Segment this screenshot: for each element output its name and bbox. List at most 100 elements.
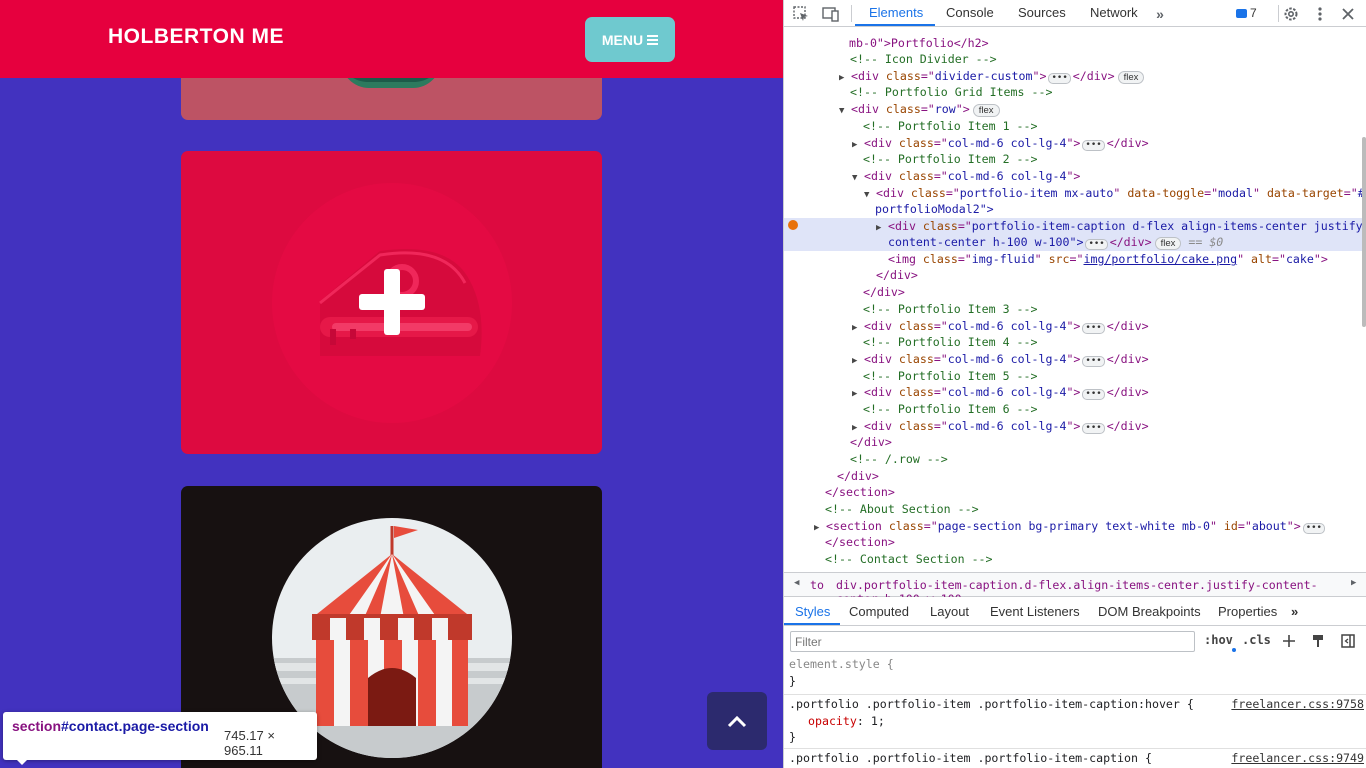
active-subtab-indicator — [784, 623, 840, 625]
tooltip-selector: section#contact.page-section — [12, 718, 209, 734]
dom-line[interactable]: ▼ <div class="portfolio-item mx-auto" dat… — [864, 185, 1366, 202]
issues-count: 7 — [1250, 6, 1257, 20]
portfolio-item-2[interactable] — [181, 151, 602, 454]
cake-image — [272, 183, 512, 423]
tab-computed[interactable]: Computed — [849, 604, 909, 619]
tab-dom-breakpoints[interactable]: DOM Breakpoints — [1098, 604, 1201, 619]
settings-gear-icon[interactable] — [1282, 5, 1300, 23]
page-viewport: HOLBERTON ME MENU section#contact.page-s… — [0, 0, 783, 768]
style-rule-source-link[interactable]: freelancer.css:9758 — [1231, 696, 1364, 713]
dom-line[interactable]: ▶ <section class="page-section bg-primary… — [814, 518, 1366, 535]
tab-layout[interactable]: Layout — [930, 604, 969, 619]
styles-filter-input[interactable] — [790, 631, 1195, 652]
dom-line-selected-cont[interactable]: content-center h-100 w-100"> ••• </div> fle… — [784, 234, 1364, 251]
dom-line[interactable]: </div> — [876, 267, 1366, 284]
style-rule-source-link[interactable]: freelancer.css:9749 — [1231, 750, 1364, 767]
dom-line[interactable]: <!-- Portfolio Item 3 --> — [863, 301, 1366, 318]
styles-subtabs: Styles Computed Layout Event Listeners D… — [784, 597, 1366, 626]
dom-line[interactable]: ▶ <div class="col-md-6 col-lg-4"> ••• </div… — [852, 135, 1366, 152]
dom-line[interactable]: ▶ <div class="col-md-6 col-lg-4"> ••• </div… — [852, 351, 1366, 368]
breakpoint-marker-icon[interactable] — [788, 220, 798, 230]
dom-line[interactable]: ▶ <div class="col-md-6 col-lg-4"> ••• </div… — [852, 418, 1366, 435]
more-tabs-icon[interactable]: » — [1151, 5, 1169, 23]
dom-line[interactable]: <!-- Portfolio Item 4 --> — [863, 334, 1366, 351]
site-navbar: HOLBERTON ME MENU — [0, 0, 783, 78]
inspector-tooltip: section#contact.page-section 745.17 × 96… — [3, 712, 317, 765]
tab-sources[interactable]: Sources — [1018, 5, 1066, 20]
toolbar-divider — [851, 5, 852, 22]
dom-line[interactable]: ▶ <div class="divider-custom"> ••• </div> fl… — [839, 68, 1366, 85]
dom-line[interactable]: <!-- Portfolio Item 1 --> — [863, 118, 1366, 135]
close-devtools-icon[interactable] — [1339, 5, 1357, 23]
paint-brush-icon[interactable] — [1310, 633, 1326, 649]
dom-line[interactable]: <!-- Contact Section --> — [825, 551, 1366, 568]
rule-divider — [784, 748, 1366, 749]
dom-line[interactable]: <img class="img-fluid" src="img/portfoli… — [888, 251, 1366, 268]
dom-line[interactable]: portfolioModal2"> — [875, 201, 1366, 218]
message-icon — [1236, 8, 1247, 18]
menu-label: MENU — [601, 31, 644, 48]
dom-line[interactable]: ▶ <div class="col-md-6 col-lg-4"> ••• </div… — [852, 318, 1366, 335]
hov-active-dot — [1232, 648, 1236, 652]
dom-line[interactable]: <!-- Portfolio Item 2 --> — [863, 151, 1366, 168]
scroll-to-top-button[interactable] — [707, 692, 767, 750]
devtools-panel: Elements Console Sources Network » 7 mb-… — [783, 0, 1366, 768]
tab-console[interactable]: Console — [946, 5, 994, 20]
chevron-up-icon — [727, 715, 747, 728]
rule-close: } — [789, 730, 796, 744]
toolbar-divider-2 — [1278, 5, 1279, 22]
dom-line[interactable]: mb-0">Portfolio</h2> — [849, 35, 1366, 52]
dom-line[interactable]: </section> — [825, 534, 1366, 551]
dom-line[interactable]: </div> — [850, 434, 1366, 451]
breadcrumb-right-icon[interactable]: ▶ — [1351, 578, 1356, 588]
hov-toggle[interactable]: :hov — [1204, 633, 1233, 647]
dom-line[interactable]: </section> — [825, 484, 1366, 501]
style-rule-selector[interactable]: .portfolio .portfolio-item .portfolio-it… — [789, 696, 1194, 713]
dom-line[interactable]: </div> — [863, 284, 1366, 301]
dom-line[interactable]: <!-- About Section --> — [825, 501, 1366, 518]
plus-icon-vertical — [384, 269, 400, 335]
style-declaration[interactable]: opacity: 1; — [808, 713, 885, 730]
breadcrumb-left-icon[interactable]: ◀ — [794, 578, 799, 588]
tab-elements[interactable]: Elements — [869, 5, 923, 20]
dom-line[interactable]: ▼ <div class="row"> flex — [839, 101, 1366, 118]
dom-line[interactable]: <!-- Portfolio Item 5 --> — [863, 368, 1366, 385]
menu-button[interactable]: MENU — [585, 17, 675, 62]
styles-filter-row: :hov .cls — [784, 626, 1366, 656]
dom-line[interactable]: </div> — [837, 468, 1366, 485]
new-style-rule-icon[interactable] — [1281, 633, 1297, 649]
dom-line[interactable]: ▶ <div class="col-md-6 col-lg-4"> ••• </div… — [852, 384, 1366, 401]
styles-pane: element.style { } .portfolio .portfolio-… — [784, 656, 1366, 768]
devtools-toolbar: Elements Console Sources Network » 7 — [784, 0, 1366, 27]
breadcrumb: ◀ to div.portfolio-item-caption.d-flex.a… — [784, 572, 1366, 606]
inspect-element-icon[interactable] — [792, 5, 810, 23]
tab-event-listeners[interactable]: Event Listeners — [990, 604, 1080, 619]
tab-styles[interactable]: Styles — [795, 604, 830, 619]
tooltip-dimensions: 745.17 × 965.11 — [224, 728, 275, 758]
dom-scrollbar[interactable] — [1362, 137, 1366, 327]
dom-line[interactable]: <!-- Portfolio Grid Items --> — [850, 84, 1366, 101]
dom-line[interactable]: <!-- Portfolio Item 6 --> — [863, 401, 1366, 418]
tab-network[interactable]: Network — [1090, 5, 1138, 20]
rule-divider — [784, 694, 1366, 695]
rule-close: } — [789, 674, 796, 688]
device-toolbar-icon[interactable] — [822, 5, 840, 23]
more-subtabs-icon[interactable]: » — [1291, 604, 1298, 619]
dom-line[interactable]: <!-- Icon Divider --> — [850, 51, 1366, 68]
dom-line[interactable]: <!-- /.row --> — [850, 451, 1366, 468]
dom-line-selected[interactable]: ▶ <div class="portfolio-item-caption d-fl… — [784, 218, 1366, 235]
dom-tree: mb-0">Portfolio</h2> <!-- Icon Divider -… — [784, 27, 1366, 572]
hamburger-icon — [647, 34, 659, 45]
tab-properties[interactable]: Properties — [1218, 604, 1277, 619]
dom-line[interactable]: ▼ <div class="col-md-6 col-lg-4"> — [852, 168, 1366, 185]
element-style-rule[interactable]: element.style { — [789, 656, 894, 673]
active-tab-indicator — [855, 24, 935, 26]
site-brand[interactable]: HOLBERTON ME — [108, 25, 284, 49]
breadcrumb-prev[interactable]: to — [810, 578, 824, 592]
style-rule-selector[interactable]: .portfolio .portfolio-item .portfolio-it… — [789, 750, 1152, 767]
cls-toggle[interactable]: .cls — [1242, 633, 1271, 647]
tooltip-arrow — [15, 758, 29, 765]
kebab-menu-icon[interactable] — [1311, 5, 1329, 23]
toggle-sidebar-icon[interactable] — [1340, 633, 1356, 649]
issues-badge[interactable]: 7 — [1236, 6, 1257, 20]
